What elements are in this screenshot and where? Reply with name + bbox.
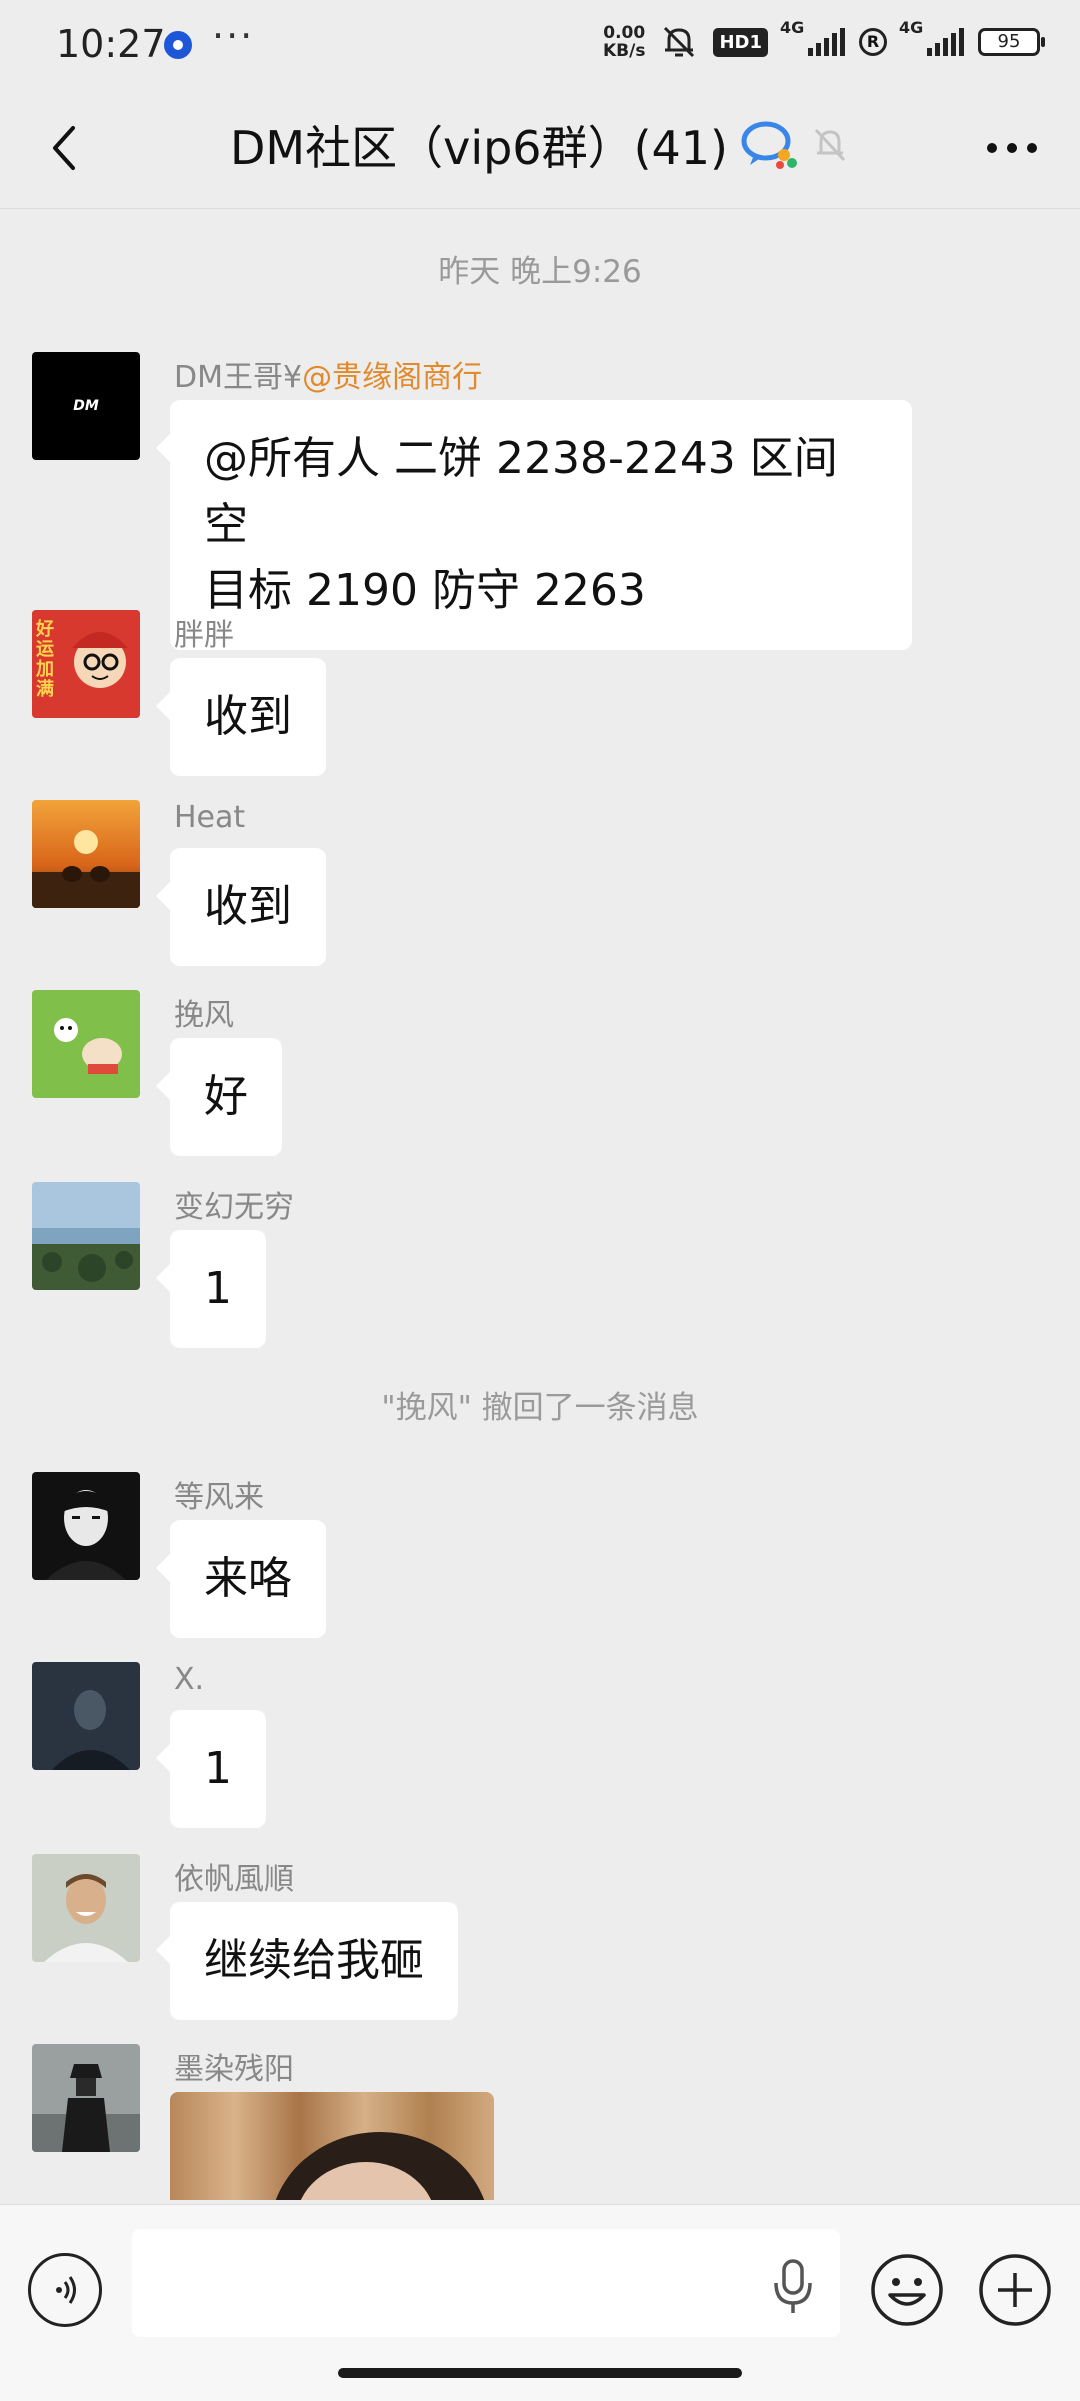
message-bubble[interactable]: 继续给我砸 bbox=[156, 1902, 458, 2020]
message-text: 收到 bbox=[204, 691, 292, 742]
mute-bell-icon bbox=[664, 26, 695, 58]
message-text: 1 bbox=[204, 1743, 232, 1794]
sender-name: 变幻无穷 bbox=[174, 1190, 294, 1225]
net-speed: 0.00 KB/s bbox=[603, 24, 645, 60]
net-speed-unit: KB/s bbox=[603, 41, 646, 61]
voice-wave-icon bbox=[56, 2276, 76, 2304]
sunset-avatar-icon bbox=[32, 800, 140, 908]
signal-strength-icon-2: 4G bbox=[899, 18, 964, 56]
message-text: 收到 bbox=[204, 881, 292, 932]
message-bubble[interactable]: 来咯 bbox=[156, 1520, 326, 1638]
message-bubble[interactable]: 1 bbox=[156, 1230, 266, 1348]
avatar[interactable] bbox=[32, 990, 140, 1098]
sender-name: 等风来 bbox=[174, 1480, 264, 1515]
message-bubble[interactable]: 好 bbox=[156, 1038, 282, 1156]
chat-messages[interactable]: 昨天 晚上9:26 DM DM王哥¥@贵缘阁商行 @所有人 二饼 2238-22… bbox=[0, 208, 1080, 2200]
avatar-logo: DM bbox=[73, 398, 99, 414]
smiling-man-avatar-icon bbox=[32, 1854, 140, 1962]
message-text: 1 bbox=[204, 1263, 232, 1314]
message-bubble[interactable]: 收到 bbox=[156, 848, 326, 966]
add-attachment-button[interactable] bbox=[978, 2253, 1052, 2327]
dark-portrait-avatar-icon bbox=[32, 1662, 140, 1770]
message-text: 继续给我砸 bbox=[204, 1935, 424, 1986]
avatar[interactable] bbox=[32, 1662, 140, 1770]
status-time: 10:27 bbox=[56, 22, 166, 66]
avatar[interactable] bbox=[32, 800, 140, 908]
avatar[interactable]: 好运加满 bbox=[32, 610, 140, 718]
landscape-avatar-icon bbox=[32, 1182, 140, 1290]
status-indicators: 0.00 KB/s HD1 4G R 4G 95 bbox=[603, 18, 1045, 60]
avatar[interactable] bbox=[32, 1854, 140, 1962]
title-wrap: DM社区（vip6群）(41) bbox=[0, 112, 1080, 178]
more-options-button[interactable] bbox=[980, 118, 1044, 178]
message-bubble[interactable]: 收到 bbox=[156, 658, 326, 776]
voice-mode-button[interactable] bbox=[28, 2253, 102, 2327]
avatar[interactable] bbox=[32, 1472, 140, 1580]
wecom-chat-icon bbox=[741, 121, 797, 169]
message-bubble[interactable]: 1 bbox=[156, 1710, 266, 1828]
avatar[interactable] bbox=[32, 2044, 140, 2152]
cartoon-grass-avatar-icon bbox=[32, 990, 140, 1098]
status-bar: 10:27 ··· 0.00 KB/s HD1 4G R 4G 95 bbox=[0, 0, 1080, 88]
emoji-button[interactable] bbox=[870, 2253, 944, 2327]
sender-mention[interactable]: @贵缘阁商行 bbox=[302, 360, 482, 395]
more-dots-icon bbox=[987, 143, 1037, 153]
sender-name: Heat bbox=[174, 800, 246, 835]
avatar[interactable]: DM bbox=[32, 352, 140, 460]
microphone-icon[interactable] bbox=[770, 2257, 816, 2317]
page-title: DM社区（vip6群）(41) bbox=[229, 121, 728, 175]
photo-thumbnail-icon bbox=[170, 2092, 494, 2200]
signal-label: 4G bbox=[780, 18, 805, 37]
home-indicator[interactable] bbox=[338, 2368, 742, 2378]
message-text: 来咯 bbox=[204, 1553, 292, 1604]
net-speed-value: 0.00 bbox=[603, 23, 646, 43]
mute-bell-icon bbox=[814, 128, 846, 162]
status-more-icon: ··· bbox=[212, 14, 255, 58]
sender-name-text: DM王哥¥ bbox=[174, 360, 303, 395]
registered-icon: R bbox=[859, 28, 887, 56]
message-text-line: 目标 2190 防守 2263 bbox=[204, 565, 646, 616]
message-input[interactable] bbox=[132, 2229, 840, 2337]
sender-name: 挽风 bbox=[174, 998, 234, 1033]
chat-header: DM社区（vip6群）(41) bbox=[0, 88, 1080, 209]
app-notification-icon bbox=[164, 31, 192, 59]
battery-icon: 95 bbox=[978, 28, 1045, 56]
signal-label-2: 4G bbox=[899, 18, 924, 37]
warrior-silhouette-avatar-icon bbox=[32, 2044, 140, 2152]
message-text-line: @所有人 二饼 2238-2243 区间 空 bbox=[204, 433, 838, 550]
message-bubble[interactable]: @所有人 二饼 2238-2243 区间 空 目标 2190 防守 2263 bbox=[156, 400, 912, 650]
sender-name: 依帆風順 bbox=[174, 1862, 294, 1897]
message-text: 好 bbox=[204, 1071, 248, 1122]
signal-strength-icon: 4G bbox=[780, 18, 845, 56]
message-timestamp: 昨天 晚上9:26 bbox=[438, 254, 642, 290]
recall-notice: "挽风" 撤回了一条消息 bbox=[381, 1390, 699, 1426]
sender-name: 胖胖 bbox=[174, 618, 234, 653]
sender-name: 墨染残阳 bbox=[174, 2052, 294, 2087]
portrait-avatar-icon bbox=[32, 1472, 140, 1580]
hd-badge: HD1 bbox=[713, 27, 768, 57]
sender-name: X. bbox=[174, 1662, 205, 1697]
sender-name: DM王哥¥@贵缘阁商行 bbox=[174, 352, 482, 396]
avatar[interactable] bbox=[32, 1182, 140, 1290]
avatar-caption: 好运加满 bbox=[36, 619, 54, 700]
image-message[interactable] bbox=[170, 2092, 494, 2200]
